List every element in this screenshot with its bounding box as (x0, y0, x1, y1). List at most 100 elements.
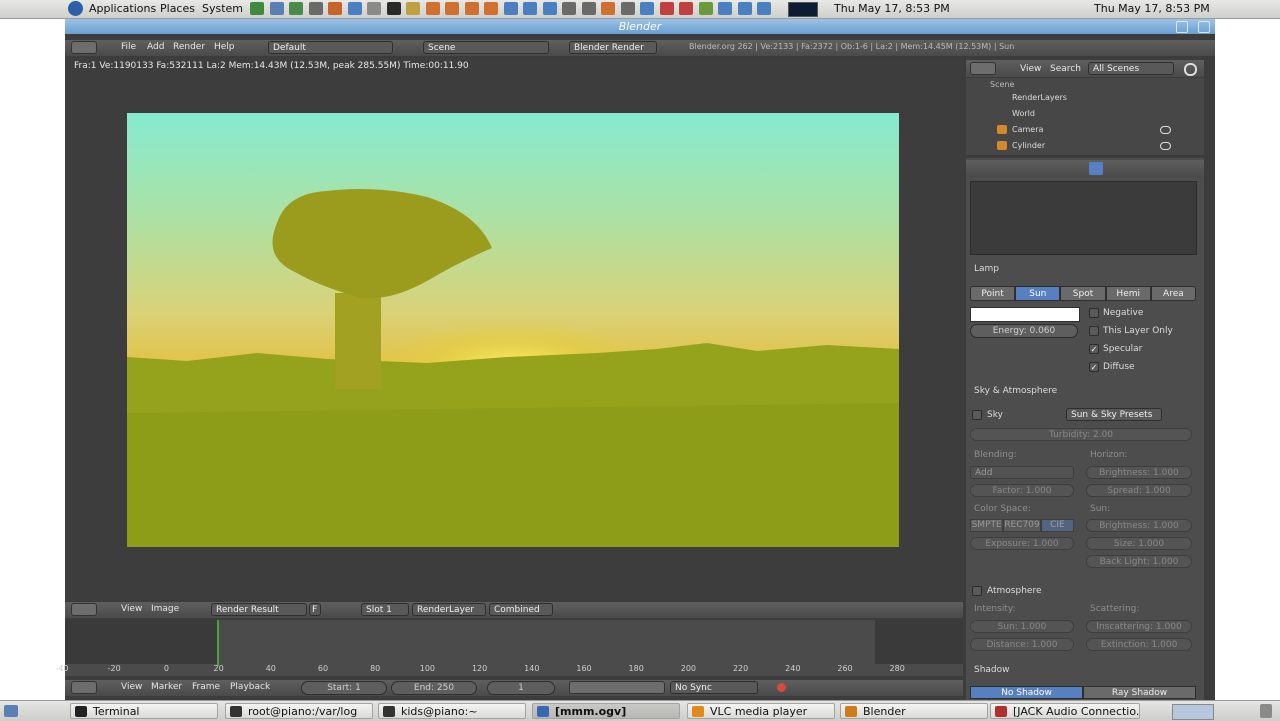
start-frame-field[interactable]: Start: 1 (301, 681, 387, 695)
end-frame-field[interactable]: End: 250 (391, 681, 477, 695)
outliner-item-renderlayers[interactable]: RenderLayers (1012, 91, 1067, 105)
current-frame-line[interactable] (217, 620, 219, 666)
spread-slider[interactable]: Spread: 1.000 (1086, 484, 1192, 497)
lamp-type-point[interactable]: Point (970, 286, 1016, 301)
launcher-icon[interactable] (464, 2, 479, 15)
option-checkbox-specular[interactable]: ✓ (1089, 344, 1099, 354)
launcher-icon[interactable] (523, 2, 537, 15)
lamp-data-tab[interactable] (1089, 162, 1103, 175)
launcher-icon[interactable] (406, 2, 420, 15)
distance-slider[interactable]: Distance: 1.000 (970, 638, 1074, 651)
lamp-type-area[interactable]: Area (1150, 286, 1197, 301)
launcher-icon[interactable] (620, 2, 635, 15)
outliner-type-button[interactable] (970, 62, 996, 75)
launcher-icon[interactable] (562, 2, 576, 15)
outliner-filter-select[interactable]: All Scenes (1088, 62, 1174, 75)
taskbar-button[interactable]: kids@piano:~ (378, 703, 526, 719)
slot-select[interactable]: Slot 1 (361, 603, 409, 616)
size-slider[interactable]: Size: 1.000 (1086, 537, 1192, 550)
properties-tabs[interactable] (966, 160, 1204, 177)
option-checkbox-this-layer-only[interactable] (1089, 326, 1099, 336)
pass-select[interactable]: Combined (489, 603, 553, 616)
panel-clock[interactable]: Thu May 17, 8:53 PM (834, 1, 950, 17)
inscattering-slider[interactable]: Inscattering: 1.000 (1086, 620, 1192, 633)
launcher-icon[interactable] (698, 2, 713, 15)
option-checkbox-negative[interactable] (1089, 308, 1099, 318)
menu-applications[interactable]: Applications (89, 1, 156, 17)
launcher-icon[interactable] (386, 2, 401, 15)
taskbar-button[interactable]: VLC media player (687, 703, 835, 719)
menu-image[interactable]: Image (151, 602, 179, 616)
option-checkbox-diffuse[interactable]: ✓ (1089, 362, 1099, 372)
sky-presets-select[interactable]: Sun & Sky Presets (1066, 408, 1162, 421)
taskbar-button[interactable]: [JACK Audio Connectio... (990, 703, 1140, 719)
launcher-icon[interactable] (581, 2, 596, 15)
atmosphere-checkbox[interactable] (972, 586, 982, 596)
sky-checkbox[interactable] (972, 410, 982, 420)
launcher-icon[interactable] (542, 2, 557, 15)
eye-icon[interactable] (1160, 126, 1171, 134)
minimize-icon[interactable] (1176, 21, 1188, 33)
menu-view[interactable]: View (121, 602, 142, 616)
launcher-icon[interactable] (328, 2, 342, 15)
render-result-image[interactable] (127, 113, 899, 547)
outliner-item-scene[interactable]: Scene (990, 78, 1014, 92)
launcher-icon[interactable] (679, 2, 693, 15)
launcher-icon[interactable] (445, 2, 459, 15)
menu-help[interactable]: Help (214, 40, 235, 54)
search-icon[interactable] (1184, 63, 1197, 76)
color-space-smpte[interactable]: SMPTE (970, 519, 1004, 532)
outliner-item-camera[interactable]: Camera (1012, 123, 1043, 137)
timeline-type-button[interactable] (71, 681, 97, 694)
no-shadow-button[interactable]: No Shadow (970, 686, 1083, 699)
screen-layout-field[interactable]: Default (268, 41, 393, 54)
show-desktop-icon[interactable] (4, 705, 18, 717)
eye-icon-2[interactable] (1160, 142, 1171, 150)
launcher-icon[interactable] (308, 2, 323, 15)
launcher-icon[interactable] (601, 2, 615, 15)
menu-playback[interactable]: Playback (230, 680, 270, 694)
factor-slider[interactable]: Factor: 1.000 (970, 484, 1074, 497)
layer-select[interactable]: RenderLayer (412, 603, 486, 616)
sync-select[interactable]: No Sync (670, 681, 758, 694)
lamp-type-hemi[interactable]: Hemi (1105, 286, 1151, 301)
panel-clock-secondary[interactable]: Thu May 17, 8:53 PM (1094, 1, 1210, 17)
menu-search[interactable]: Search (1050, 62, 1081, 76)
lamp-color-swatch[interactable] (970, 307, 1080, 322)
menu-places[interactable]: Places (160, 1, 195, 17)
taskbar-button[interactable]: Terminal (70, 703, 218, 719)
gnome-foot-icon[interactable] (68, 1, 83, 16)
menu-render[interactable]: Render (173, 40, 205, 54)
launcher-icon[interactable] (659, 2, 674, 15)
current-frame-field[interactable]: 1 (487, 681, 555, 695)
color-space-rec709[interactable]: REC709 (1003, 519, 1041, 532)
launcher-icon[interactable] (484, 2, 498, 15)
outliner-item-world[interactable]: World (1012, 107, 1035, 121)
launcher-icon[interactable] (250, 2, 264, 15)
menu-view-timeline[interactable]: View (121, 680, 142, 694)
taskbar-button[interactable]: [mmm.ogv] (532, 703, 680, 719)
extinction-slider[interactable]: Extinction: 1.000 (1086, 638, 1192, 651)
color-space-cie[interactable]: CIE (1040, 519, 1074, 532)
launcher-icon[interactable] (718, 2, 732, 15)
taskbar-button[interactable]: Blender (840, 703, 988, 719)
launcher-icon[interactable] (269, 2, 284, 15)
menu-add[interactable]: Add (147, 40, 164, 54)
close-icon[interactable] (1198, 21, 1210, 33)
launcher-icon[interactable] (347, 2, 362, 15)
shadow-panel-title[interactable]: Shadow (974, 663, 1010, 677)
lamp-panel-title[interactable]: Lamp (974, 262, 999, 276)
outliner-item-cylinder[interactable]: Cylinder (1012, 139, 1045, 153)
s-brightness-slider[interactable]: Brightness: 1.000 (1086, 519, 1192, 532)
lamp-type-spot[interactable]: Spot (1060, 286, 1106, 301)
launcher-icon[interactable] (367, 2, 381, 15)
h-brightness-slider[interactable]: Brightness: 1.000 (1086, 466, 1192, 479)
menu-file[interactable]: File (121, 40, 136, 54)
menu-view-outliner[interactable]: View (1020, 62, 1041, 76)
back-light-slider[interactable]: Back Light: 1.000 (1086, 555, 1192, 568)
workspace-switcher[interactable] (1172, 704, 1214, 720)
image-editor-type-button[interactable] (71, 603, 97, 616)
menu-marker[interactable]: Marker (151, 680, 182, 694)
launcher-icon[interactable] (503, 2, 518, 15)
ray-shadow-button[interactable]: Ray Shadow (1083, 686, 1196, 699)
